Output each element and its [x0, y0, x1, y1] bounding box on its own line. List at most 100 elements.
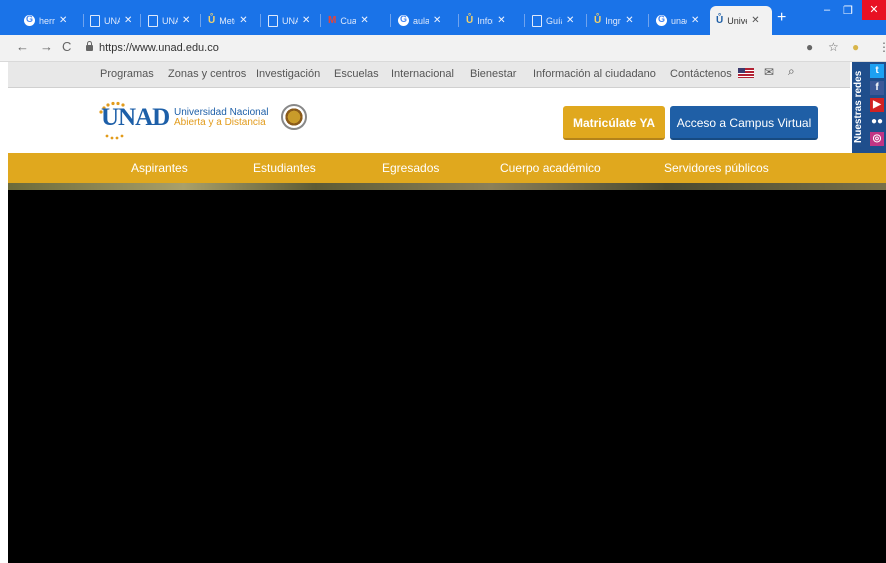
- nav-cuerpo-academico[interactable]: Cuerpo académico: [500, 161, 601, 175]
- close-icon[interactable]: ✕: [691, 15, 699, 26]
- youtube-icon[interactable]: ▶: [870, 98, 884, 112]
- tab-separator: [458, 14, 459, 27]
- back-arrow-icon[interactable]: ←: [16, 39, 29, 54]
- tab-title: Ingre: [605, 15, 621, 26]
- doc-icon: [532, 14, 542, 27]
- tab-separator: [140, 14, 141, 27]
- instagram-icon[interactable]: ◎: [870, 132, 884, 146]
- new-tab-button[interactable]: +: [777, 9, 786, 27]
- util-link-bienestar[interactable]: Bienestar: [470, 68, 516, 80]
- browser-tab[interactable]: UNA ✕: [142, 6, 198, 35]
- browser-tab[interactable]: unad ✕: [650, 6, 710, 35]
- mail-icon[interactable]: ✉: [764, 65, 774, 79]
- close-icon[interactable]: ✕: [497, 15, 505, 26]
- extension-icon[interactable]: ●: [806, 40, 813, 54]
- restore-icon[interactable]: ❐: [843, 4, 853, 17]
- unad-logo-wordmark: UNAD: [101, 104, 170, 131]
- tab-title: UNA: [282, 15, 298, 26]
- close-icon[interactable]: ✕: [124, 15, 132, 26]
- close-icon[interactable]: ✕: [59, 15, 67, 26]
- close-icon[interactable]: ✕: [182, 15, 190, 26]
- social-label: Nuestras redes: [853, 70, 864, 144]
- browser-tab[interactable]: UNA ✕: [262, 6, 318, 35]
- tab-title: Cuar: [340, 15, 357, 26]
- browser-tab[interactable]: UNA ✕: [84, 6, 138, 35]
- tab-separator: [586, 14, 587, 27]
- campus-virtual-button[interactable]: Acceso a Campus Virtual: [670, 106, 818, 140]
- browser-tab[interactable]: Guía ✕: [526, 6, 584, 35]
- google-icon: [656, 14, 667, 26]
- tab-title: UNA: [104, 15, 120, 26]
- nav-aspirantes[interactable]: Aspirantes: [131, 161, 188, 175]
- close-icon[interactable]: ✕: [566, 15, 574, 26]
- logo-line-2: Abierta y a Distancia: [174, 117, 266, 128]
- unad-icon: Ů: [594, 15, 602, 26]
- url-text: https://www.unad.edu.co: [99, 42, 219, 54]
- lock-icon: [86, 41, 93, 51]
- util-link-internacional[interactable]: Internacional: [391, 68, 454, 80]
- close-icon[interactable]: ✕: [625, 15, 633, 26]
- unad-icon: Ů: [466, 15, 474, 26]
- colombia-shield-icon: [281, 104, 307, 130]
- util-link-ciudadano[interactable]: Información al ciudadano: [533, 68, 656, 80]
- hero-banner: [8, 190, 886, 563]
- tab-title: Infor: [477, 15, 493, 26]
- facebook-icon[interactable]: f: [870, 81, 884, 95]
- twitter-icon[interactable]: t: [870, 64, 884, 78]
- browser-tab[interactable]: herra ✕: [18, 6, 80, 35]
- browser-tab-active[interactable]: Ů Unive ✕: [710, 6, 772, 35]
- bookmark-star-icon[interactable]: ☆: [828, 40, 839, 54]
- doc-icon: [268, 14, 278, 27]
- browser-toolbar: ← → C https://www.unad.edu.co ● ☆ ● ⋮: [0, 35, 886, 62]
- util-link-contactenos[interactable]: Contáctenos: [670, 68, 732, 80]
- browser-tab[interactable]: aula ✕: [392, 6, 456, 35]
- browser-tab[interactable]: Ů Metc ✕: [202, 6, 258, 35]
- tab-title: UNA: [162, 15, 178, 26]
- nav-estudiantes[interactable]: Estudiantes: [253, 161, 316, 175]
- util-link-programas[interactable]: Programas: [100, 68, 154, 80]
- doc-icon: [148, 14, 158, 27]
- google-icon: [398, 14, 409, 26]
- close-icon[interactable]: ✕: [360, 15, 368, 26]
- nav-egresados[interactable]: Egresados: [382, 161, 439, 175]
- matriculate-button[interactable]: Matricúlate YA: [563, 106, 665, 140]
- unad-icon: Ů: [208, 15, 216, 26]
- nav-servidores-publicos[interactable]: Servidores públicos: [664, 161, 769, 175]
- search-icon[interactable]: ⌕: [788, 64, 795, 79]
- hero-image-strip: [8, 183, 886, 190]
- tab-title: Guía: [546, 15, 562, 26]
- gmail-icon: M: [328, 15, 337, 26]
- forward-arrow-icon[interactable]: →: [40, 39, 53, 54]
- tab-separator: [320, 14, 321, 27]
- unad-icon: Ů: [716, 15, 724, 26]
- util-link-investigacion[interactable]: Investigación: [256, 68, 320, 80]
- menu-kebab-icon[interactable]: ⋮: [878, 40, 886, 54]
- minimize-icon[interactable]: –: [824, 4, 830, 16]
- address-bar[interactable]: https://www.unad.edu.co: [86, 39, 786, 57]
- util-link-escuelas[interactable]: Escuelas: [334, 68, 379, 80]
- doc-icon: [90, 14, 100, 27]
- close-icon[interactable]: ✕: [433, 15, 441, 26]
- tab-separator: [524, 14, 525, 27]
- util-link-zonas[interactable]: Zonas y centros: [168, 68, 246, 80]
- window-close-button[interactable]: ✕: [862, 0, 886, 20]
- tab-separator: [200, 14, 201, 27]
- browser-tab[interactable]: Ů Infor ✕: [460, 6, 522, 35]
- browser-tab-strip: herra ✕ UNA ✕ UNA ✕ Ů Metc ✕ UNA ✕ M Cua…: [0, 0, 886, 35]
- tab-title: unad: [671, 15, 687, 26]
- tab-title: aula: [413, 15, 429, 26]
- tab-separator: [260, 14, 261, 27]
- reload-icon[interactable]: C: [62, 39, 71, 54]
- google-icon: [24, 14, 35, 26]
- tab-separator: [648, 14, 649, 27]
- close-icon[interactable]: ✕: [751, 15, 759, 26]
- tab-title: herra: [39, 15, 55, 26]
- browser-tab[interactable]: M Cuar ✕: [322, 6, 388, 35]
- browser-tab[interactable]: Ů Ingre ✕: [588, 6, 646, 35]
- profile-avatar[interactable]: ●: [852, 40, 859, 54]
- tab-title: Unive: [727, 15, 747, 26]
- us-flag-icon[interactable]: [738, 68, 754, 78]
- flickr-icon[interactable]: ●●: [870, 115, 884, 129]
- close-icon[interactable]: ✕: [302, 15, 310, 26]
- close-icon[interactable]: ✕: [239, 15, 247, 26]
